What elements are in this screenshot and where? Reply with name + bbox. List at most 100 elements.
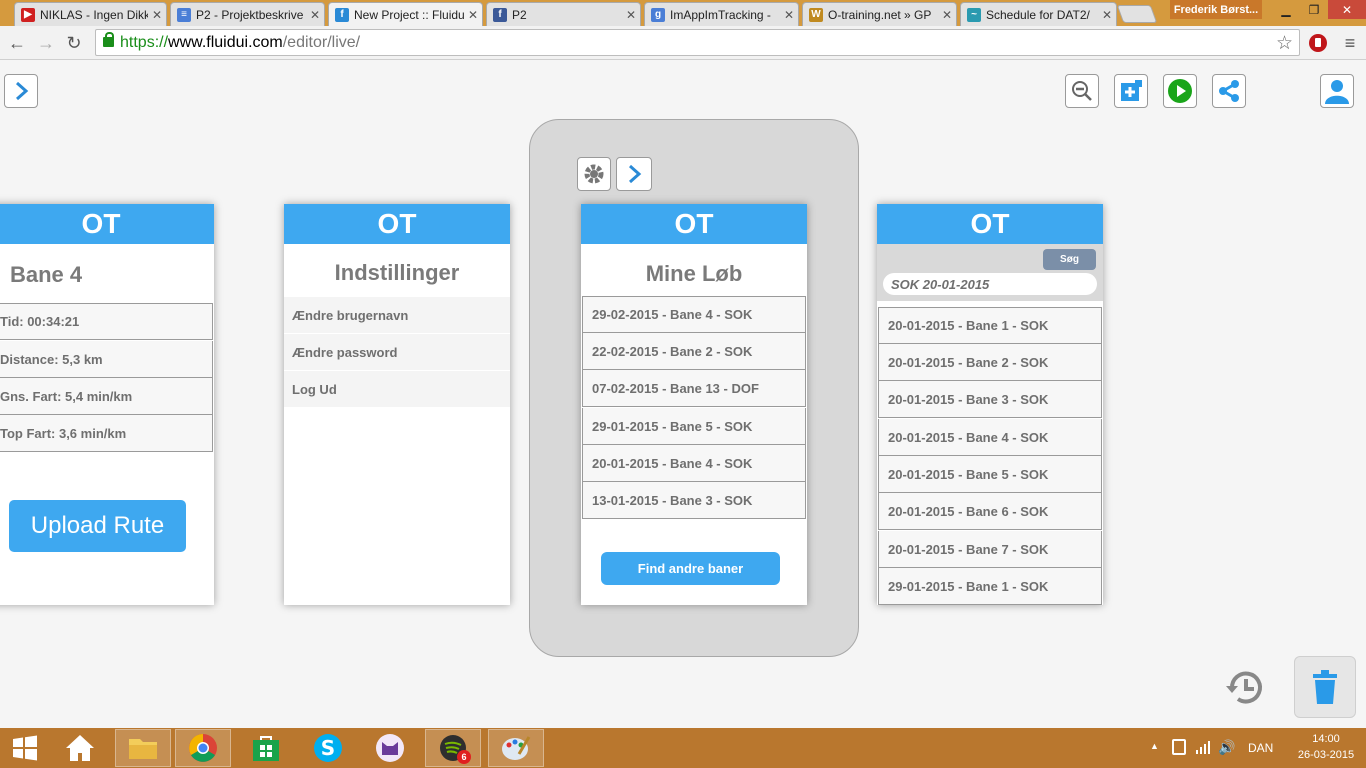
run-item[interactable]: 13-01-2015 - Bane 3 - SOK bbox=[582, 482, 806, 519]
close-icon[interactable]: ✕ bbox=[622, 8, 640, 22]
tab-title: Schedule for DAT2/ bbox=[986, 7, 1090, 22]
close-icon[interactable]: ✕ bbox=[938, 8, 956, 22]
new-tab-button[interactable] bbox=[1116, 5, 1158, 23]
restore-icon[interactable]: ❐ bbox=[1300, 0, 1328, 19]
result-item[interactable]: 20-01-2015 - Bane 6 - SOK bbox=[878, 493, 1102, 530]
settings-item[interactable]: Ændre brugernavn bbox=[284, 297, 510, 334]
close-icon[interactable]: ✕ bbox=[780, 8, 798, 22]
tab-google[interactable]: g ImAppImTracking - ✕ bbox=[644, 2, 799, 26]
history-button[interactable] bbox=[1224, 666, 1268, 710]
profile-name[interactable]: Frederik Børst... bbox=[1170, 0, 1262, 19]
clock-date[interactable]: 26-03-2015 bbox=[1296, 749, 1356, 761]
tab-title: NIKLAS - Ingen Dikk bbox=[40, 7, 148, 22]
settings-item[interactable]: Log Ud bbox=[284, 371, 510, 408]
result-item[interactable]: 20-01-2015 - Bane 3 - SOK bbox=[878, 381, 1102, 418]
close-icon[interactable]: ✕ bbox=[464, 8, 482, 22]
trash-icon bbox=[1313, 670, 1337, 704]
bookmark-star-icon[interactable]: ☆ bbox=[1276, 32, 1293, 55]
taskbar-store[interactable] bbox=[238, 729, 294, 767]
find-other-courses-button[interactable]: Find andre baner bbox=[601, 552, 780, 585]
youtube-icon: ▶ bbox=[21, 7, 35, 22]
tab-schedule[interactable]: ~ Schedule for DAT2/ ✕ bbox=[960, 2, 1117, 26]
screen-mine-lob[interactable]: OT Mine Løb 29-02-2015 - Bane 4 - SOK 22… bbox=[581, 204, 807, 605]
back-icon[interactable]: ← bbox=[5, 31, 29, 55]
forward-icon[interactable]: → bbox=[34, 31, 58, 55]
result-item[interactable]: 20-01-2015 - Bane 7 - SOK bbox=[878, 531, 1102, 568]
clock-time[interactable]: 14:00 bbox=[1296, 733, 1356, 745]
tab-facebook[interactable]: f P2 ✕ bbox=[486, 2, 641, 26]
tab-youtube[interactable]: ▶ NIKLAS - Ingen Dikk ✕ bbox=[14, 2, 167, 26]
run-item[interactable]: 20-01-2015 - Bane 4 - SOK bbox=[582, 445, 806, 482]
run-item[interactable]: 22-02-2015 - Bane 2 - SOK bbox=[582, 333, 806, 370]
screen-bane[interactable]: OT Bane 4 Tid: 00:34:21 Distance: 5,3 km… bbox=[0, 204, 214, 605]
add-screen-icon bbox=[1121, 80, 1142, 101]
taskbar-skype[interactable]: S bbox=[300, 729, 356, 767]
schedule-icon: ~ bbox=[967, 7, 981, 22]
taskbar-cat-app[interactable] bbox=[362, 729, 418, 767]
reload-icon[interactable]: ↻ bbox=[62, 31, 86, 55]
tab-title: P2 bbox=[512, 7, 527, 22]
close-icon[interactable]: ✕ bbox=[306, 8, 324, 22]
result-item[interactable]: 20-01-2015 - Bane 5 - SOK bbox=[878, 456, 1102, 493]
start-button[interactable] bbox=[0, 729, 50, 767]
result-item[interactable]: 29-01-2015 - Bane 1 - SOK bbox=[878, 568, 1102, 605]
paint-icon bbox=[502, 736, 531, 760]
taskbar-paint[interactable] bbox=[488, 729, 544, 767]
result-item[interactable]: 20-01-2015 - Bane 2 - SOK bbox=[878, 344, 1102, 381]
gear-icon bbox=[584, 164, 604, 184]
account-button[interactable] bbox=[1320, 74, 1354, 108]
svg-text:S: S bbox=[321, 736, 335, 760]
expand-panel-button[interactable] bbox=[4, 74, 38, 108]
windows-icon bbox=[13, 735, 37, 761]
screen-settings[interactable]: OT Indstillinger Ændre brugernavn Ændre … bbox=[284, 204, 510, 605]
tab-otraining[interactable]: W O-training.net » GP ✕ bbox=[802, 2, 957, 26]
stat-row: Top Fart: 3,6 min/km bbox=[0, 415, 213, 452]
close-icon[interactable]: ✕ bbox=[1098, 8, 1116, 22]
screen-link-button[interactable] bbox=[616, 157, 652, 191]
search-button[interactable]: Søg bbox=[1043, 249, 1096, 270]
screen-header: OT bbox=[0, 204, 214, 244]
google-icon: g bbox=[651, 7, 665, 22]
result-item[interactable]: 20-01-2015 - Bane 1 - SOK bbox=[878, 307, 1102, 344]
run-item[interactable]: 29-02-2015 - Bane 4 - SOK bbox=[582, 296, 806, 333]
screen-header: OT bbox=[284, 204, 510, 244]
show-hidden-icons-icon[interactable]: ▲ bbox=[1150, 741, 1159, 751]
screen-settings-button[interactable] bbox=[577, 157, 611, 191]
zoom-button[interactable] bbox=[1065, 74, 1099, 108]
tab-title: O-training.net » GP bbox=[828, 7, 932, 22]
result-item[interactable]: 20-01-2015 - Bane 4 - SOK bbox=[878, 419, 1102, 456]
tab-title: P2 - Projektbeskrive bbox=[196, 7, 304, 22]
extension-icon[interactable] bbox=[1306, 31, 1330, 55]
trash-button[interactable] bbox=[1294, 656, 1356, 718]
screen-title: Bane 4 bbox=[10, 262, 83, 287]
close-icon[interactable]: ✕ bbox=[148, 8, 166, 22]
tab-docs[interactable]: ≡ P2 - Projektbeskrive ✕ bbox=[170, 2, 325, 26]
taskbar-chrome[interactable] bbox=[175, 729, 231, 767]
settings-item[interactable]: Ændre password bbox=[284, 334, 510, 371]
menu-icon[interactable]: ≡ bbox=[1338, 31, 1362, 55]
network-icon[interactable] bbox=[1195, 739, 1211, 760]
skype-icon: S bbox=[314, 734, 342, 762]
volume-icon[interactable]: 🔊 bbox=[1218, 739, 1235, 756]
screen-title: Indstillinger bbox=[334, 260, 460, 285]
search-input[interactable]: SOK 20-01-2015 bbox=[883, 273, 1097, 295]
address-bar[interactable]: https://www.fluidui.com/editor/live/ ☆ bbox=[95, 29, 1300, 56]
taskbar-explorer[interactable] bbox=[115, 729, 171, 767]
battery-icon[interactable] bbox=[1172, 739, 1186, 755]
url-scheme: https:// bbox=[120, 33, 169, 51]
run-item[interactable]: 29-01-2015 - Bane 5 - SOK bbox=[582, 408, 806, 445]
taskbar-spotify[interactable]: 6 bbox=[425, 729, 481, 767]
add-screen-button[interactable] bbox=[1114, 74, 1148, 108]
play-button[interactable] bbox=[1163, 74, 1197, 108]
run-item[interactable]: 07-02-2015 - Bane 13 - DOF bbox=[582, 370, 806, 407]
taskbar-home[interactable] bbox=[52, 729, 108, 767]
tab-fluidui[interactable]: f New Project :: Fluidu ✕ bbox=[328, 2, 483, 26]
window-close-icon[interactable]: ✕ bbox=[1328, 0, 1366, 19]
screen-search[interactable]: OT Søg SOK 20-01-2015 20-01-2015 - Bane … bbox=[877, 204, 1103, 605]
tab-title: New Project :: Fluidu bbox=[354, 7, 464, 22]
minimize-icon[interactable]: ▁ bbox=[1272, 0, 1300, 19]
language-indicator[interactable]: DAN bbox=[1248, 741, 1273, 755]
upload-route-button[interactable]: Upload Rute bbox=[9, 500, 186, 552]
cat-icon bbox=[376, 734, 404, 762]
share-button[interactable] bbox=[1212, 74, 1246, 108]
